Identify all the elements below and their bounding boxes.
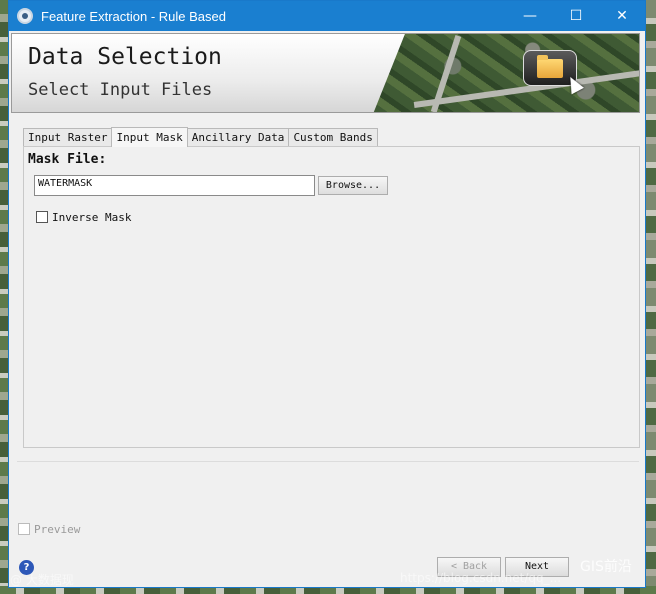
- background-left: [0, 0, 8, 594]
- banner-subtitle: Select Input Files: [28, 80, 213, 100]
- preview-label: Preview: [34, 523, 81, 536]
- close-button[interactable]: ✕: [599, 1, 645, 31]
- divider: [17, 461, 639, 462]
- tab-bar: Input Raster Input Mask Ancillary Data C…: [23, 127, 378, 147]
- tab-ancillary-data[interactable]: Ancillary Data: [186, 128, 290, 147]
- preview-checkbox[interactable]: [18, 523, 30, 535]
- title-bar[interactable]: Feature Extraction - Rule Based — ☐ ✕: [9, 1, 645, 31]
- mask-file-field[interactable]: WATERMASK: [34, 175, 315, 196]
- tab-custom-bands[interactable]: Custom Bands: [288, 128, 378, 147]
- wizard-window: Feature Extraction - Rule Based — ☐ ✕ Da…: [8, 0, 646, 588]
- background-right: [646, 0, 656, 594]
- window-title: Feature Extraction - Rule Based: [41, 8, 226, 24]
- wizard-banner: Data Selection Select Input Files: [11, 33, 640, 113]
- app-icon: [17, 8, 33, 24]
- help-icon[interactable]: ?: [19, 560, 34, 575]
- input-mask-panel: Mask File: WATERMASK Browse... Inverse M…: [23, 146, 640, 448]
- browse-button[interactable]: Browse...: [318, 176, 388, 195]
- minimize-button[interactable]: —: [507, 1, 553, 31]
- mask-file-label: Mask File:: [28, 152, 107, 167]
- back-button[interactable]: < Back: [437, 557, 501, 577]
- inverse-mask-checkbox[interactable]: [36, 211, 48, 223]
- tab-input-mask[interactable]: Input Mask: [111, 127, 188, 147]
- folder-icon: [537, 54, 563, 78]
- maximize-button[interactable]: ☐: [553, 1, 599, 31]
- aerial-image: [373, 34, 639, 112]
- banner-title: Data Selection: [28, 44, 222, 70]
- inverse-mask-label: Inverse Mask: [52, 211, 132, 224]
- next-button[interactable]: Next: [505, 557, 569, 577]
- tab-input-raster[interactable]: Input Raster: [23, 128, 113, 147]
